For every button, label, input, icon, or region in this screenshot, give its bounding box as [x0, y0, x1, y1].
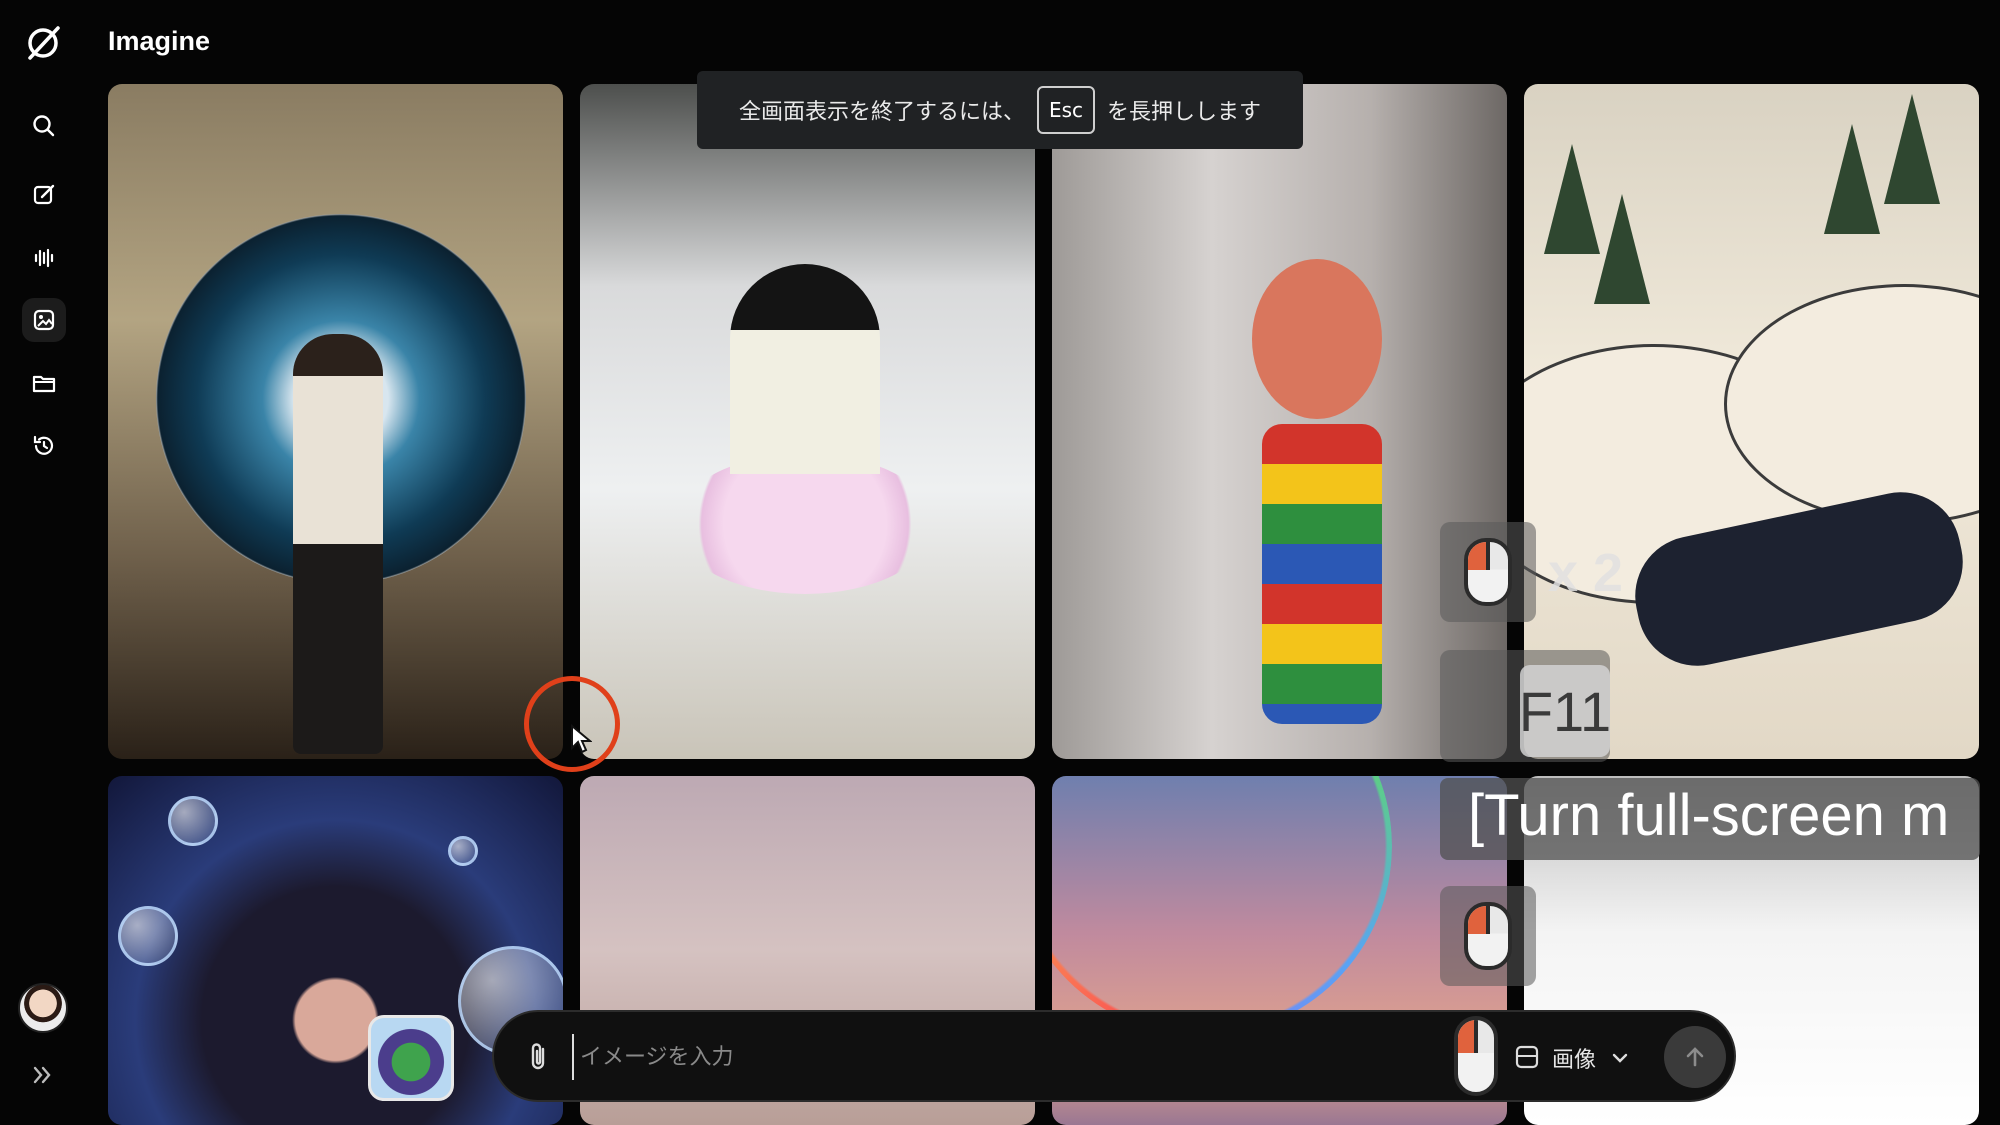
- sidebar-item-imagine[interactable]: [22, 298, 66, 342]
- toast-text-after: を長押しします: [1107, 100, 1262, 125]
- bubble: [448, 836, 478, 866]
- sidebar-item-edit[interactable]: [22, 173, 66, 217]
- toast-text-before: 全画面表示を終了するには、: [738, 100, 1025, 125]
- paperclip-icon[interactable]: [524, 1040, 554, 1074]
- sidebar-item-voice[interactable]: [22, 236, 66, 280]
- pine-tree: [1544, 144, 1600, 254]
- mode-select-label[interactable]: 画像: [1552, 1042, 1596, 1074]
- prompt-bar: 画像: [492, 1010, 1736, 1102]
- rainbow-arc: [1052, 776, 1392, 1036]
- search-icon: [33, 115, 55, 137]
- arrow-up-icon: [1686, 1047, 1704, 1067]
- man-figure: [293, 334, 383, 754]
- image-mode-icon[interactable]: [1514, 1044, 1540, 1070]
- double-chevron-right-icon[interactable]: [28, 1060, 58, 1090]
- mouse-left-click-icon: [1464, 538, 1512, 606]
- click-count-label: x 2: [1548, 543, 1624, 603]
- sidebar: [0, 0, 88, 1125]
- pine-tree: [1824, 124, 1880, 234]
- mouse-key-card: [1440, 886, 1536, 986]
- edit-icon: [33, 184, 55, 205]
- mouse-key-card: [1440, 522, 1536, 622]
- penguin-figure: [730, 264, 880, 564]
- sidebar-item-search[interactable]: [22, 104, 66, 148]
- sidebar-item-files[interactable]: [22, 361, 66, 405]
- chevron-down-icon[interactable]: [1610, 1048, 1630, 1068]
- tutorial-caption: [Turn full-screen m: [1440, 778, 1980, 860]
- mouse-left-click-icon: [1454, 1016, 1498, 1096]
- fullscreen-exit-toast: 全画面表示を終了するには、 Esc を長押しします: [697, 71, 1303, 149]
- pine-tree: [1594, 194, 1650, 304]
- f11-keycap: F11: [1519, 665, 1611, 757]
- page-title: Imagine: [108, 26, 211, 56]
- history-icon: [33, 435, 54, 455]
- sidebar-item-history[interactable]: [22, 424, 66, 468]
- gallery-tile-portal[interactable]: [108, 84, 563, 759]
- mouse-left-click-icon: [1464, 902, 1512, 970]
- bubble: [118, 906, 178, 966]
- gallery-tile-penguin[interactable]: [580, 84, 1035, 759]
- wizard-sticker-avatar: [368, 1015, 454, 1101]
- esc-keycap: Esc: [1036, 86, 1096, 134]
- prompt-input[interactable]: [572, 1034, 1272, 1080]
- mouse-pointer-icon: [571, 724, 592, 754]
- puppet-head: [1252, 259, 1382, 419]
- folder-icon: [32, 375, 56, 393]
- puppet-body: [1262, 424, 1382, 724]
- waveform-icon: [34, 248, 54, 268]
- image-gallery-icon: [33, 309, 55, 331]
- bubble: [168, 796, 218, 846]
- gallery-tile-puppet[interactable]: [1052, 84, 1507, 759]
- send-button[interactable]: [1664, 1026, 1726, 1088]
- avatar[interactable]: [18, 983, 68, 1033]
- pine-tree: [1884, 94, 1940, 204]
- grok-logo-icon[interactable]: [22, 22, 64, 64]
